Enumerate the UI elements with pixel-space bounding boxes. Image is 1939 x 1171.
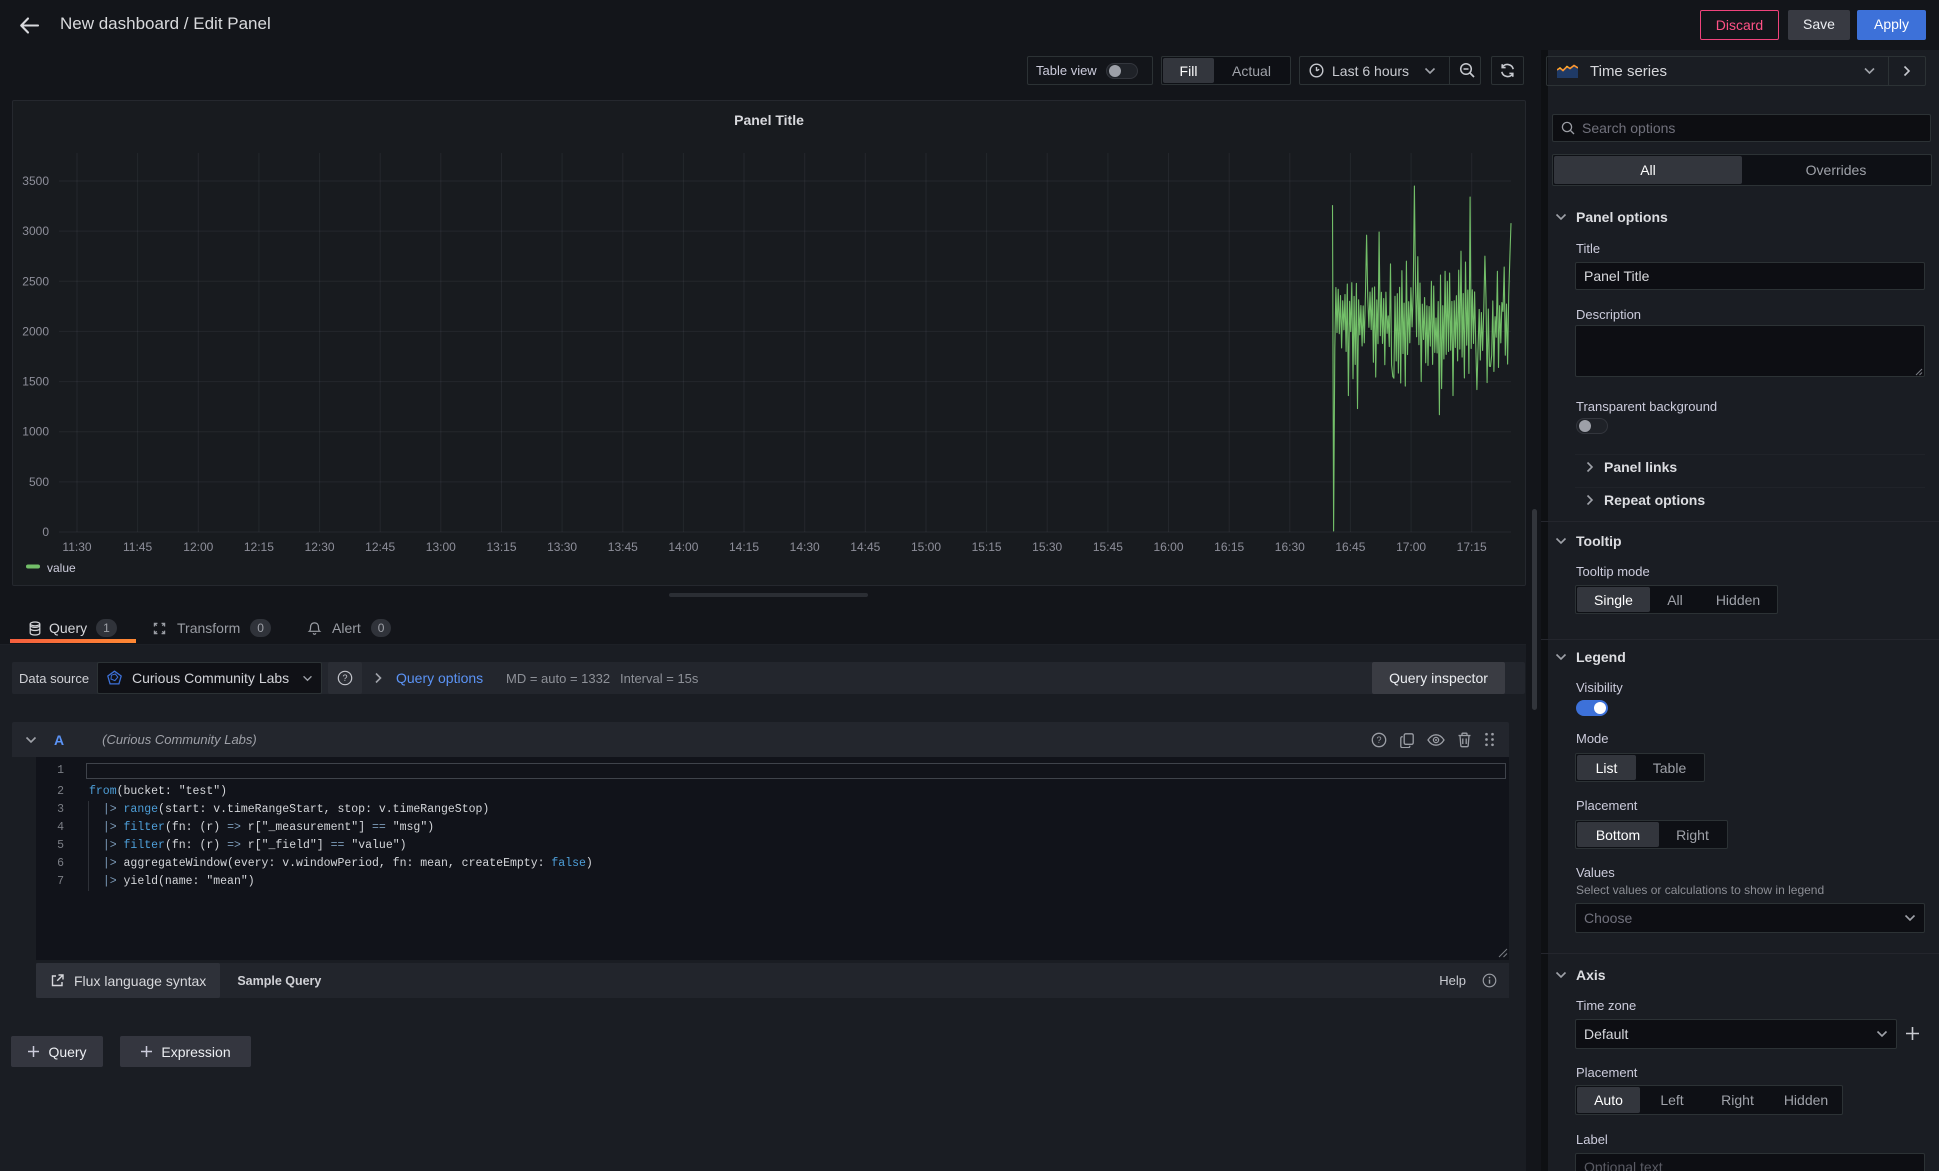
svg-text:?: ? <box>342 673 347 683</box>
svg-text:?: ? <box>1376 735 1381 745</box>
svg-text:17:15: 17:15 <box>1457 540 1487 554</box>
svg-text:14:30: 14:30 <box>790 540 820 554</box>
svg-text:1000: 1000 <box>22 425 49 439</box>
svg-text:16:15: 16:15 <box>1214 540 1244 554</box>
svg-text:14:45: 14:45 <box>850 540 880 554</box>
svg-text:15:30: 15:30 <box>1032 540 1062 554</box>
svg-text:14:00: 14:00 <box>668 540 698 554</box>
svg-text:13:45: 13:45 <box>608 540 638 554</box>
svg-text:2500: 2500 <box>22 274 49 288</box>
svg-text:15:00: 15:00 <box>911 540 941 554</box>
svg-text:15:45: 15:45 <box>1093 540 1123 554</box>
svg-text:2000: 2000 <box>22 324 49 338</box>
svg-text:13:15: 13:15 <box>486 540 516 554</box>
svg-text:14:15: 14:15 <box>729 540 759 554</box>
svg-text:12:15: 12:15 <box>244 540 274 554</box>
svg-text:3500: 3500 <box>22 174 49 188</box>
svg-text:16:30: 16:30 <box>1275 540 1305 554</box>
svg-text:3000: 3000 <box>22 224 49 238</box>
svg-text:500: 500 <box>29 475 49 489</box>
svg-text:13:00: 13:00 <box>426 540 456 554</box>
svg-text:16:00: 16:00 <box>1153 540 1183 554</box>
svg-text:1500: 1500 <box>22 375 49 389</box>
svg-text:16:45: 16:45 <box>1335 540 1365 554</box>
svg-text:11:30: 11:30 <box>62 540 91 554</box>
svg-text:17:00: 17:00 <box>1396 540 1426 554</box>
svg-text:12:45: 12:45 <box>365 540 395 554</box>
svg-text:12:00: 12:00 <box>183 540 213 554</box>
svg-text:12:30: 12:30 <box>305 540 335 554</box>
svg-text:11:45: 11:45 <box>123 540 152 554</box>
svg-text:0: 0 <box>42 525 49 539</box>
svg-text:value: value <box>47 561 76 575</box>
svg-text:15:15: 15:15 <box>972 540 1002 554</box>
svg-text:13:30: 13:30 <box>547 540 577 554</box>
